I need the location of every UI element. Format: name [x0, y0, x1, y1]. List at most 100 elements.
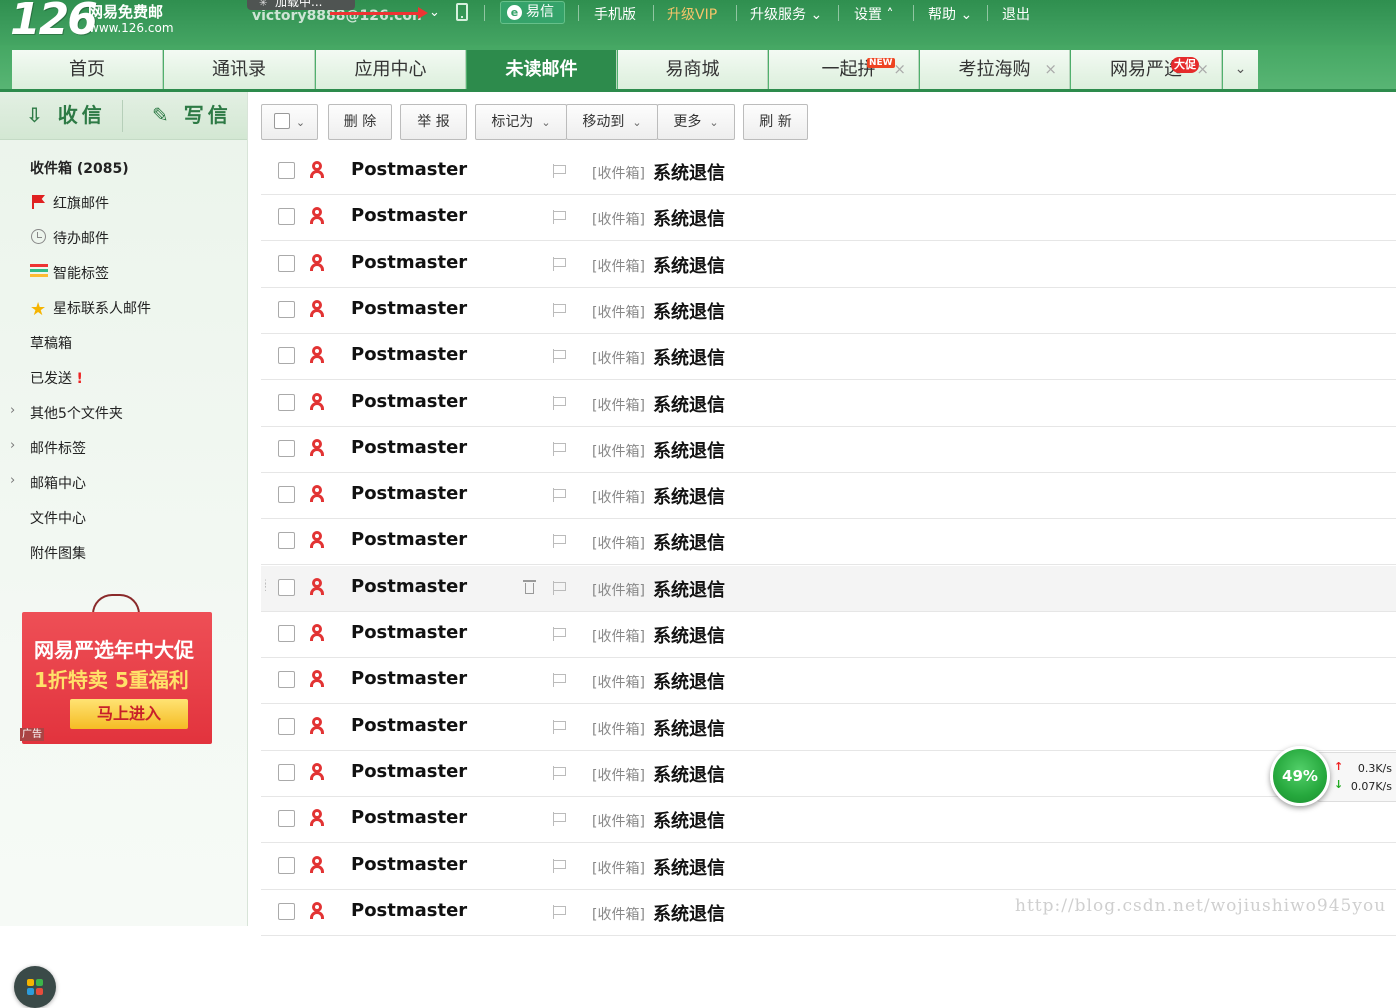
mail-subject[interactable]: 系统退信	[653, 437, 725, 463]
mark-as-dropdown[interactable]: 标记为 ⌄	[475, 104, 567, 140]
mail-checkbox[interactable]	[278, 764, 295, 781]
mail-row[interactable]: Postmaster [收件箱] 系统退信	[261, 195, 1396, 241]
mail-row[interactable]: Postmaster [收件箱] 系统退信	[261, 149, 1396, 195]
mail-row[interactable]: Postmaster [收件箱] 系统退信	[261, 844, 1396, 890]
mail-checkbox[interactable]	[278, 718, 295, 735]
mail-row[interactable]: Postmaster [收件箱] 系统退信	[261, 519, 1396, 565]
mail-row[interactable]: Postmaster [收件箱] 系统退信	[261, 658, 1396, 704]
tab-group-buy[interactable]: 一起拼 NEW ×	[769, 50, 919, 89]
logo-number[interactable]: 126	[10, 0, 98, 45]
mail-checkbox[interactable]	[278, 347, 295, 364]
tab-unread-mail[interactable]: 未读邮件	[467, 50, 617, 89]
mail-subject[interactable]: 系统退信	[653, 391, 725, 417]
more-dropdown[interactable]: 更多 ⌄	[657, 104, 735, 140]
mail-checkbox[interactable]	[278, 486, 295, 503]
flag-icon[interactable]	[553, 627, 567, 641]
flag-icon[interactable]	[553, 303, 567, 317]
mail-row[interactable]: Postmaster [收件箱] 系统退信	[261, 473, 1396, 519]
mail-checkbox[interactable]	[278, 208, 295, 225]
sidebar-item-smart-tags[interactable]: 智能标签	[30, 263, 109, 283]
mail-checkbox[interactable]	[278, 255, 295, 272]
mail-subject[interactable]: 系统退信	[653, 900, 725, 926]
select-all-checkbox[interactable]	[273, 113, 290, 129]
sidebar-item-attachment-gallery[interactable]: 附件图集	[30, 543, 86, 563]
mail-row[interactable]: Postmaster [收件箱] 系统退信	[261, 797, 1396, 843]
sidebar-item-star-contacts[interactable]: ★ 星标联系人邮件	[30, 298, 151, 319]
mail-row[interactable]: Postmaster [收件箱] 系统退信	[261, 612, 1396, 658]
mail-subject[interactable]: 系统退信	[653, 483, 725, 509]
flag-icon[interactable]	[553, 257, 567, 271]
mail-checkbox[interactable]	[278, 394, 295, 411]
flag-icon[interactable]	[553, 581, 567, 595]
mail-row[interactable]: Postmaster [收件箱] 系统退信	[261, 751, 1396, 797]
mail-row[interactable]: ⋮ ⋮ Postmaster [收件箱] 系统退信	[261, 566, 1396, 612]
chevron-right-icon[interactable]: ›	[10, 403, 15, 418]
sidebar-item-red-flag[interactable]: 红旗邮件	[30, 193, 109, 213]
mail-subject[interactable]: 系统退信	[653, 761, 725, 787]
flag-icon[interactable]	[553, 905, 567, 919]
select-all-dropdown[interactable]: ⌄	[261, 104, 318, 140]
tab-app-center[interactable]: 应用中心	[316, 50, 466, 89]
more-tabs-button[interactable]: ⌄	[1223, 50, 1258, 89]
mail-subject[interactable]: 系统退信	[653, 344, 725, 370]
drag-handle-icon[interactable]: ⋮ ⋮	[261, 580, 270, 593]
mail-checkbox[interactable]	[278, 671, 295, 688]
close-icon[interactable]: ×	[1044, 50, 1057, 89]
mail-checkbox[interactable]	[278, 579, 295, 596]
flag-icon[interactable]	[553, 442, 567, 456]
mail-row[interactable]: Postmaster [收件箱] 系统退信	[261, 242, 1396, 288]
mobile-phone-icon[interactable]	[456, 3, 468, 21]
flag-icon[interactable]	[553, 210, 567, 224]
sidebar-item-other-folders[interactable]: › 其他5个文件夹	[10, 403, 123, 423]
tab-yanxuan[interactable]: 网易严选 大促 ×	[1071, 50, 1222, 89]
sidebar-item-sent[interactable]: 已发送 !	[30, 368, 83, 388]
mail-checkbox[interactable]	[278, 162, 295, 179]
move-to-dropdown[interactable]: 移动到 ⌄	[566, 104, 658, 140]
upgrade-service-menu[interactable]: 升级服务 ⌄	[750, 4, 822, 24]
receive-button[interactable]: ⇩ 收信	[26, 92, 106, 139]
tab-yi-mall[interactable]: 易商城	[618, 50, 768, 89]
tab-contacts[interactable]: 通讯录	[164, 50, 315, 89]
mail-checkbox[interactable]	[278, 532, 295, 549]
flag-icon[interactable]	[553, 488, 567, 502]
sidebar-item-mail-tags[interactable]: › 邮件标签	[10, 438, 86, 458]
sidebar-item-inbox[interactable]: 收件箱 (2085)	[30, 158, 129, 178]
mail-subject[interactable]: 系统退信	[653, 159, 725, 185]
report-button[interactable]: 举 报	[400, 104, 467, 140]
memory-usage-ball[interactable]: 49%	[1270, 746, 1330, 806]
mobile-version-link[interactable]: 手机版	[594, 4, 636, 24]
settings-menu[interactable]: 设置 ˄	[854, 4, 893, 24]
mail-subject[interactable]: 系统退信	[653, 715, 725, 741]
chevron-right-icon[interactable]: ›	[10, 438, 15, 453]
mail-checkbox[interactable]	[278, 903, 295, 920]
upgrade-vip-link[interactable]: 升级VIP	[667, 4, 717, 24]
sidebar-item-drafts[interactable]: 草稿箱	[30, 333, 72, 353]
mail-subject[interactable]: 系统退信	[653, 807, 725, 833]
flag-icon[interactable]	[553, 534, 567, 548]
app-grid-button[interactable]	[14, 966, 56, 1008]
mail-checkbox[interactable]	[278, 810, 295, 827]
flag-icon[interactable]	[553, 766, 567, 780]
close-icon[interactable]: ×	[893, 50, 906, 89]
delete-button[interactable]: 删 除	[328, 104, 392, 140]
yixin-button[interactable]: e 易信	[500, 1, 565, 24]
sidebar-item-todo[interactable]: 待办邮件	[30, 228, 109, 248]
mail-row[interactable]: Postmaster [收件箱] 系统退信	[261, 705, 1396, 751]
mail-subject[interactable]: 系统退信	[653, 205, 725, 231]
mail-subject[interactable]: 系统退信	[653, 298, 725, 324]
help-menu[interactable]: 帮助 ⌄	[928, 4, 972, 24]
mail-row[interactable]: Postmaster [收件箱] 系统退信	[261, 427, 1396, 473]
trash-icon[interactable]	[523, 580, 536, 595]
tab-home[interactable]: 首页	[12, 50, 163, 89]
compose-button[interactable]: ✎ 写信	[152, 92, 232, 139]
logout-link[interactable]: 退出	[1002, 4, 1030, 24]
chevron-down-icon[interactable]: ⌄	[429, 5, 440, 20]
flag-icon[interactable]	[553, 859, 567, 873]
mail-checkbox[interactable]	[278, 857, 295, 874]
mail-row[interactable]: Postmaster [收件箱] 系统退信	[261, 381, 1396, 427]
chevron-right-icon[interactable]: ›	[10, 473, 15, 488]
flag-icon[interactable]	[553, 396, 567, 410]
mail-subject[interactable]: 系统退信	[653, 576, 725, 602]
sidebar-item-file-center[interactable]: 文件中心	[30, 508, 86, 528]
flag-icon[interactable]	[553, 812, 567, 826]
